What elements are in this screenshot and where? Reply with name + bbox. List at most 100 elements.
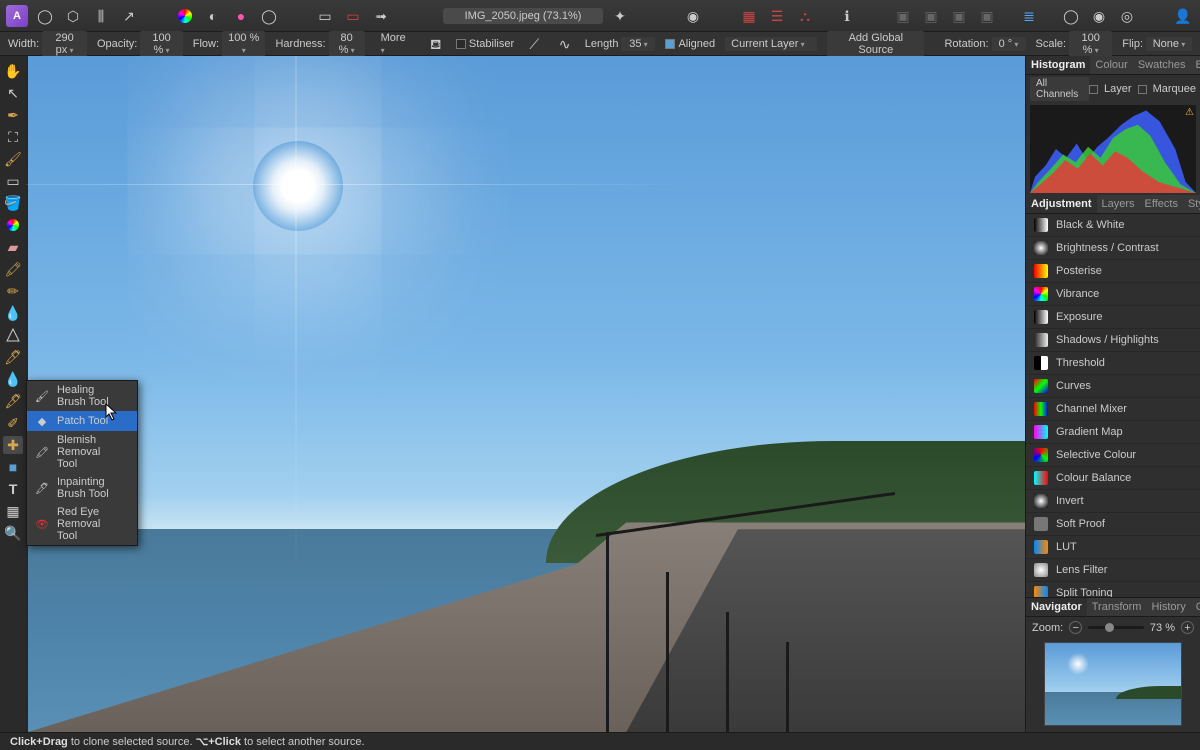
brush-preview-icon[interactable]: ⛾: [426, 33, 446, 55]
snap-icon[interactable]: ☰: [766, 5, 788, 27]
adjustment-exposure[interactable]: Exposure: [1026, 306, 1200, 329]
mask-icon[interactable]: ➟: [370, 5, 392, 27]
levels-icon[interactable]: ◯: [258, 5, 280, 27]
canvas[interactable]: [26, 56, 1025, 732]
shape-tool[interactable]: ■: [3, 458, 23, 476]
rope-mode-icon[interactable]: ⟋: [524, 33, 544, 55]
aligned-checkbox[interactable]: [665, 39, 675, 49]
scale-field[interactable]: 100 %: [1069, 31, 1112, 57]
grid-icon[interactable]: ▦: [738, 5, 760, 27]
zoom-in-button[interactable]: +: [1181, 621, 1194, 634]
tab-histogram[interactable]: Histogram: [1026, 56, 1090, 74]
sponge-tool[interactable]: 🖊: [3, 348, 23, 366]
persona-tone-icon[interactable]: ↗: [118, 5, 140, 27]
arrange-forward-icon[interactable]: ▣: [948, 5, 970, 27]
mesh-tool[interactable]: ▦: [3, 502, 23, 520]
marquee-tool[interactable]: ▭: [3, 172, 23, 190]
account-icon[interactable]: 👤: [1172, 5, 1194, 27]
flyout-patch-tool[interactable]: ◆Patch Tool: [27, 411, 137, 431]
add-global-source-button[interactable]: Add Global Source: [827, 31, 924, 57]
adjustment-selective-colour[interactable]: Selective Colour: [1026, 444, 1200, 467]
histogram-channel-select[interactable]: All Channels: [1030, 77, 1089, 101]
rotation-field[interactable]: 0 °: [992, 37, 1026, 51]
adjustment-lens-filter[interactable]: Lens Filter: [1026, 559, 1200, 582]
ungroup-icon[interactable]: ◉: [1088, 5, 1110, 27]
tab-styles[interactable]: Styles: [1183, 195, 1200, 213]
adjustment-split-toning[interactable]: Split Toning: [1026, 582, 1200, 597]
persona-liquify-icon[interactable]: ⬡: [62, 5, 84, 27]
tab-history[interactable]: History: [1146, 598, 1190, 616]
tab-colour[interactable]: Colour: [1090, 56, 1132, 74]
color-wheel-icon[interactable]: [174, 5, 196, 27]
flood-fill-tool[interactable]: 🪣: [3, 194, 23, 212]
tab-effects[interactable]: Effects: [1140, 195, 1183, 213]
align-icon[interactable]: ≣: [1018, 5, 1040, 27]
adjustment-gradient-map[interactable]: Gradient Map: [1026, 421, 1200, 444]
hsl-icon[interactable]: ●: [230, 5, 252, 27]
refine-icon[interactable]: ▭: [342, 5, 364, 27]
color-picker-tool[interactable]: ✒: [3, 106, 23, 124]
layers-icon[interactable]: ◎: [1116, 5, 1138, 27]
tab-layers[interactable]: Layers: [1097, 195, 1140, 213]
tab-channels[interactable]: Channels: [1191, 598, 1200, 616]
arrange-front-icon[interactable]: ▣: [976, 5, 998, 27]
hand-tool[interactable]: ✋: [3, 62, 23, 80]
dodge-tool[interactable]: ✏: [3, 282, 23, 300]
window-mode-icon[interactable]: ∿: [554, 33, 574, 55]
alt-snap-icon[interactable]: ⛬: [794, 5, 816, 27]
more-dropdown[interactable]: More: [375, 31, 416, 57]
persona-photo-icon[interactable]: ◯: [34, 5, 56, 27]
tab-brushes[interactable]: Brushes: [1191, 56, 1200, 74]
adjustment-shadows-highlights[interactable]: Shadows / Highlights: [1026, 329, 1200, 352]
text-tool[interactable]: T: [3, 480, 23, 498]
healing-tool-group[interactable]: ✚: [3, 436, 23, 454]
tab-transform[interactable]: Transform: [1087, 598, 1147, 616]
histogram-marquee-checkbox[interactable]: [1138, 85, 1147, 94]
adjustment-brightness-contrast[interactable]: Brightness / Contrast: [1026, 237, 1200, 260]
source-select[interactable]: Current Layer: [725, 37, 817, 51]
selection-icon[interactable]: ▭: [314, 5, 336, 27]
flyout-healing-brush[interactable]: 🖌Healing Brush Tool: [27, 381, 137, 411]
contrast-icon[interactable]: ◐: [202, 5, 224, 27]
adjustment-soft-proof[interactable]: Soft Proof: [1026, 513, 1200, 536]
move-tool[interactable]: ↖: [3, 84, 23, 102]
stabiliser-checkbox[interactable]: [456, 39, 466, 49]
length-field[interactable]: 35: [621, 37, 655, 51]
zoom-tool[interactable]: 🔍: [3, 524, 23, 542]
histogram-layer-checkbox[interactable]: [1089, 85, 1098, 94]
adjustment-channel-mixer[interactable]: Channel Mixer: [1026, 398, 1200, 421]
adjustment-black-white[interactable]: Black & White: [1026, 214, 1200, 237]
arrange-backward-icon[interactable]: ▣: [920, 5, 942, 27]
adjustment-threshold[interactable]: Threshold: [1026, 352, 1200, 375]
crop-tool[interactable]: ⛶: [3, 128, 23, 146]
flow-field[interactable]: 100 %: [222, 31, 265, 57]
adjustment-lut[interactable]: LUT: [1026, 536, 1200, 559]
selection-brush-tool[interactable]: 🖋: [3, 392, 23, 410]
arrange-back-icon[interactable]: ▣: [892, 5, 914, 27]
stamp-tool[interactable]: ✐: [3, 414, 23, 432]
group-icon[interactable]: ◯: [1060, 5, 1082, 27]
flyout-blemish-removal[interactable]: 🖍Blemish Removal Tool: [27, 431, 137, 473]
adjustment-invert[interactable]: Invert: [1026, 490, 1200, 513]
gradient-tool[interactable]: [3, 216, 23, 234]
clone-tool[interactable]: 🖍: [3, 260, 23, 278]
assistant-icon[interactable]: ℹ: [836, 5, 858, 27]
target-icon[interactable]: ◉: [682, 5, 704, 27]
opacity-field[interactable]: 100 %: [140, 31, 182, 57]
zoom-slider[interactable]: [1088, 626, 1144, 629]
tab-swatches[interactable]: Swatches: [1133, 56, 1191, 74]
adjustment-vibrance[interactable]: Vibrance: [1026, 283, 1200, 306]
blur-tool[interactable]: 💧: [3, 370, 23, 388]
erase-tool[interactable]: ▰: [3, 238, 23, 256]
width-field[interactable]: 290 px: [42, 31, 87, 57]
navigator-preview[interactable]: [1044, 642, 1182, 726]
paint-brush-tool[interactable]: 🖌: [3, 150, 23, 168]
adjustment-curves[interactable]: Curves: [1026, 375, 1200, 398]
adjustment-posterise[interactable]: Posterise: [1026, 260, 1200, 283]
tab-adjustment[interactable]: Adjustment: [1026, 195, 1097, 213]
flyout-inpainting-brush[interactable]: 🖊Inpainting Brush Tool: [27, 473, 137, 503]
smudge-tool[interactable]: 💧: [3, 304, 23, 322]
persona-develop-icon[interactable]: ⫼: [90, 5, 112, 27]
pen-tool[interactable]: [3, 326, 23, 344]
flip-field[interactable]: None: [1146, 37, 1192, 51]
